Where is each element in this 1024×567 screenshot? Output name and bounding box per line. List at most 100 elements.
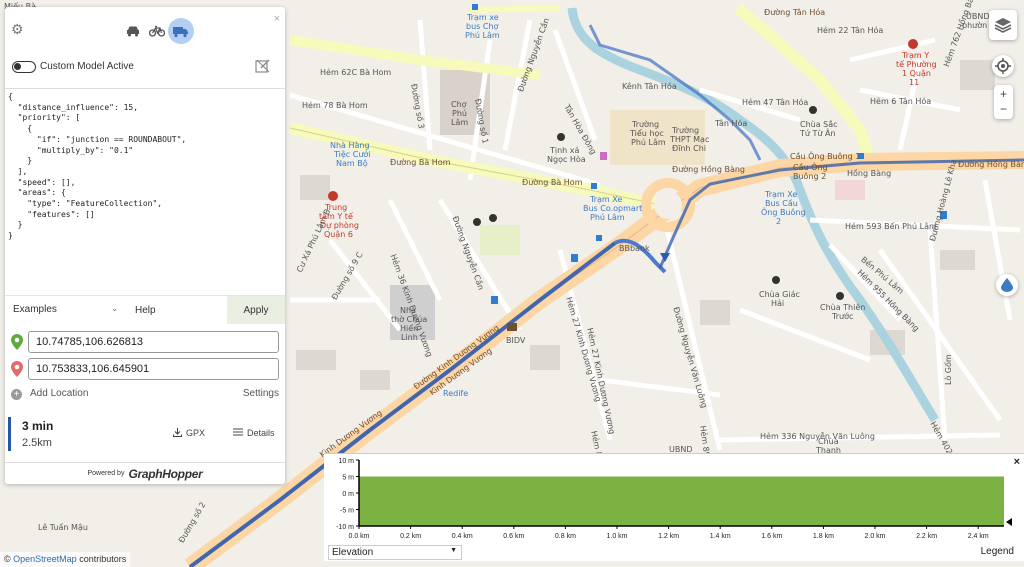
map-poi-fuel bbox=[571, 254, 578, 262]
locate-button[interactable] bbox=[992, 55, 1014, 77]
x-tick-label: 0.2 km bbox=[400, 533, 421, 540]
custom-model-toggle[interactable] bbox=[12, 61, 36, 73]
map-label: Hẻm 22 Tân Hóa bbox=[817, 26, 884, 35]
map-block bbox=[700, 300, 730, 325]
x-tick-label: 0.0 km bbox=[348, 533, 369, 540]
map-label: Tiểu học bbox=[630, 129, 664, 138]
map-label: Kênh Tân Hóa bbox=[622, 82, 677, 91]
code-line: "distance_influence": 15, bbox=[8, 102, 139, 112]
powered-by[interactable]: Powered by GraphHopper bbox=[5, 462, 285, 484]
x-tick-label: 0.8 km bbox=[555, 533, 576, 540]
map-block bbox=[360, 370, 390, 390]
locate-icon bbox=[995, 58, 1011, 74]
code-line: "speed": [], bbox=[8, 177, 76, 187]
elevation-chart[interactable]: 10 m 5 m 0 m -5 m -10 m 0.0 km 0.2 km 0.4 km 0.6… bbox=[324, 454, 1024, 544]
map-poi-temple bbox=[836, 292, 844, 300]
map-label: Đường Hồng Bàng bbox=[958, 160, 1024, 169]
map-label: Chùa Sắc bbox=[800, 120, 838, 129]
apply-button[interactable]: Apply bbox=[227, 296, 285, 324]
examples-dropdown[interactable]: Examples ⌄ bbox=[13, 304, 118, 315]
map-label: Trạm xe bbox=[467, 13, 499, 22]
profile-car-button[interactable] bbox=[121, 19, 145, 43]
elevation-select-value: Elevation bbox=[332, 547, 374, 558]
profile-bar: ⚙ × bbox=[5, 7, 285, 53]
y-tick-label: 0 m bbox=[342, 491, 354, 498]
edit-custom-model-icon[interactable] bbox=[255, 58, 271, 74]
gear-icon[interactable]: ⚙ bbox=[11, 22, 25, 36]
settings-link[interactable]: Settings bbox=[243, 388, 279, 399]
map-poi-bus bbox=[596, 235, 602, 241]
droplet-icon bbox=[1001, 278, 1013, 292]
graphhopper-logo: GraphHopper bbox=[128, 466, 203, 481]
map-route-end-marker bbox=[660, 253, 670, 262]
chevron-down-icon: ⌄ bbox=[111, 304, 118, 313]
route-result[interactable]: 3 min 2.5km GPX Details bbox=[5, 413, 285, 459]
end-pin-icon bbox=[11, 361, 23, 377]
zoom-out-button[interactable]: − bbox=[1000, 102, 1007, 117]
map-block bbox=[940, 250, 975, 270]
map-label: Nhà Hàng bbox=[330, 141, 370, 150]
custom-area-button[interactable] bbox=[996, 274, 1018, 296]
openstreetmap-link[interactable]: OpenStreetMap bbox=[13, 554, 77, 564]
powered-label: Powered by bbox=[87, 470, 125, 477]
add-location-button[interactable]: + Add Location bbox=[11, 388, 88, 400]
chevron-down-icon: ▼ bbox=[450, 547, 457, 554]
map-label: Tân Hóa bbox=[715, 119, 748, 128]
map-label: Hẻm 6 Tân Hóa bbox=[870, 97, 932, 106]
x-tick-label: 2.0 km bbox=[864, 533, 885, 540]
profile-truck-button[interactable] bbox=[168, 18, 194, 44]
map-poi-temple bbox=[809, 106, 817, 114]
map-label: BIDV bbox=[506, 336, 526, 345]
from-location-input[interactable] bbox=[28, 331, 279, 353]
map-label: Hẻm 62C Bà Hom bbox=[320, 68, 392, 77]
map-roundabout-center bbox=[654, 191, 682, 219]
map-poi-shop bbox=[600, 152, 607, 160]
map-label: Trước bbox=[832, 312, 854, 321]
help-link[interactable]: Help bbox=[135, 305, 156, 316]
map-label: Phú Lâm bbox=[631, 138, 666, 147]
map-block bbox=[296, 350, 336, 370]
legend-toggle[interactable]: Legend bbox=[981, 546, 1014, 557]
map-area-park bbox=[480, 225, 520, 255]
map-label: THPT Mạc bbox=[670, 135, 710, 144]
elevation-dropdown[interactable]: Elevation ▼ bbox=[328, 545, 462, 560]
details-label: Details bbox=[247, 428, 275, 438]
code-line: "if": "junction == ROUNDABOUT", bbox=[8, 134, 187, 144]
y-tick-label: 5 m bbox=[342, 475, 354, 482]
truck-icon bbox=[173, 26, 188, 37]
elevation-area bbox=[359, 476, 1004, 526]
x-tick-label: 0.6 km bbox=[503, 533, 524, 540]
map-label: 11 bbox=[909, 78, 920, 87]
details-button[interactable]: Details bbox=[233, 428, 275, 438]
map-label: Quận 6 bbox=[324, 230, 353, 239]
sidebar-close-button[interactable]: × bbox=[274, 13, 280, 25]
map-label: Bus Co.opmart bbox=[583, 204, 643, 213]
code-line: "areas": { bbox=[8, 188, 66, 198]
code-line: ], bbox=[8, 166, 28, 176]
map-label: Lê Tuấn Mậu bbox=[38, 523, 88, 532]
profile-bike-button[interactable] bbox=[145, 19, 169, 43]
x-tick-label: 1.8 km bbox=[813, 533, 834, 540]
gpx-button[interactable]: GPX bbox=[172, 428, 205, 438]
map-street-label: Lò Gốm bbox=[944, 354, 953, 385]
map-poi-hospital bbox=[328, 191, 338, 201]
examples-label: Examples bbox=[13, 304, 57, 315]
layers-icon bbox=[994, 18, 1012, 33]
x-tick-label: 2.4 km bbox=[968, 533, 989, 540]
map-label: Tiệc Cưới bbox=[334, 150, 371, 159]
map-label: Phú Lâm bbox=[590, 213, 625, 222]
car-icon bbox=[127, 26, 139, 37]
map-label: Phú Lâm bbox=[465, 31, 500, 40]
map-label: Nam Bộ bbox=[336, 159, 368, 168]
elevation-close-button[interactable]: × bbox=[1014, 456, 1020, 468]
code-line: { bbox=[8, 124, 33, 134]
layers-button[interactable] bbox=[989, 10, 1017, 40]
x-tick-label: 1.0 km bbox=[606, 533, 627, 540]
download-icon bbox=[172, 428, 183, 438]
map-label: Redife bbox=[443, 389, 469, 398]
map-label: Tứ Từ Ân bbox=[800, 129, 836, 138]
zoom-in-button[interactable]: + bbox=[1000, 87, 1007, 102]
custom-model-editor[interactable]: { "distance_influence": 15, "priority": … bbox=[5, 88, 285, 293]
to-location-input[interactable] bbox=[28, 358, 279, 380]
code-line: "priority": [ bbox=[8, 113, 81, 123]
